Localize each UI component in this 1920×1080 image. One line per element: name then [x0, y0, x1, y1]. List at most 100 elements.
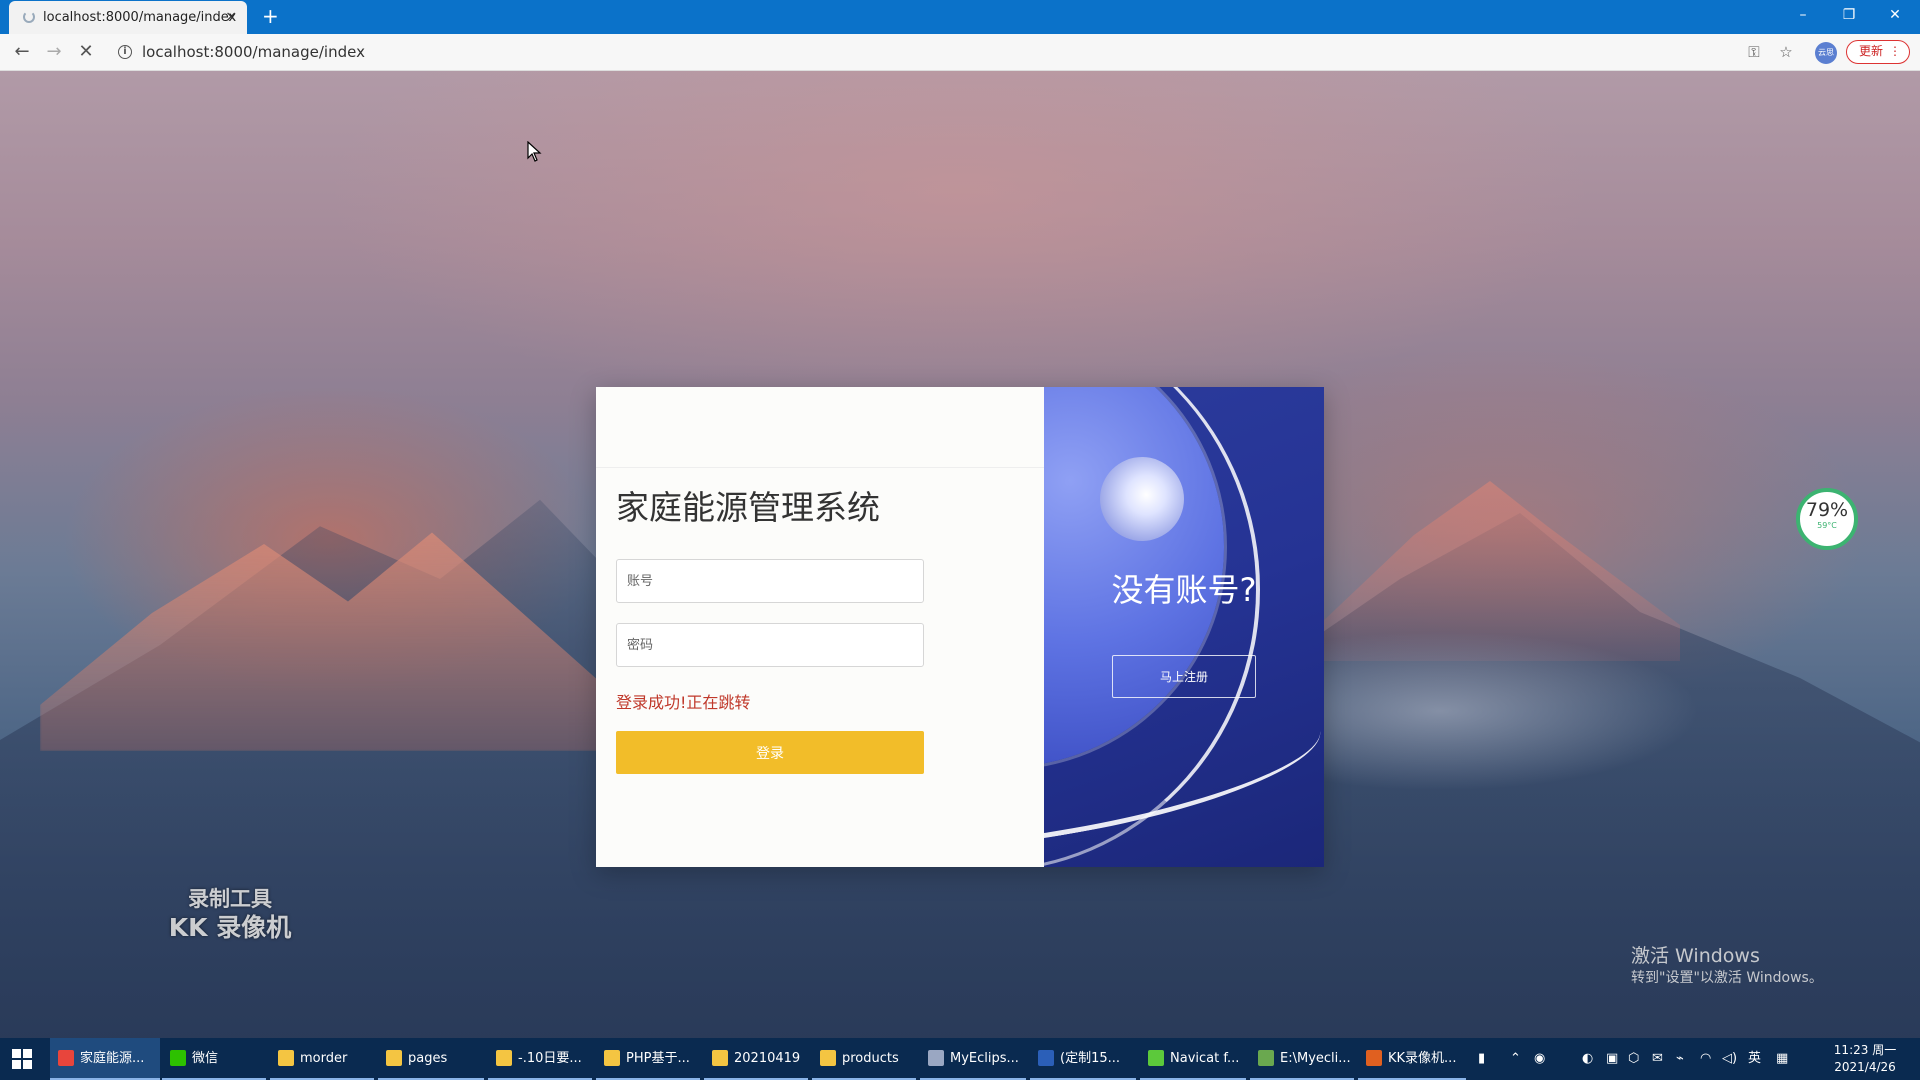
tray-app-icon[interactable]: ◉ [1534, 1038, 1545, 1080]
minimize-button[interactable]: – [1780, 0, 1826, 30]
taskbar-item-label: MyEclips... [950, 1051, 1019, 1066]
taskbar-item-label: -.10日要... [518, 1051, 582, 1066]
browser-titlebar: localhost:8000/manage/index × + – ❐ ✕ [0, 0, 1920, 34]
folder-icon [820, 1049, 836, 1066]
taskbar-item[interactable]: products [812, 1038, 916, 1080]
key-icon[interactable]: ⚿ [1744, 42, 1764, 62]
loading-spinner-icon [23, 11, 35, 23]
tray-battery-icon[interactable]: ▮ [1478, 1038, 1485, 1080]
divider [596, 467, 1044, 468]
taskbar-item[interactable]: Navicat f... [1140, 1038, 1246, 1080]
taskbar-item-label: pages [408, 1051, 448, 1066]
windows-start-icon[interactable] [12, 1049, 32, 1069]
login-form-panel: 家庭能源管理系统 登录成功!正在跳转 登录 [596, 387, 1044, 867]
cpu-temp-widget[interactable]: 79% 59°C [1796, 488, 1858, 550]
tab-close-icon[interactable]: × [225, 1, 237, 34]
login-status-message: 登录成功!正在跳转 [616, 693, 751, 712]
navicat-icon [1148, 1049, 1164, 1066]
taskbar-item-label: 20210419 [734, 1051, 801, 1066]
register-button[interactable]: 马上注册 [1112, 655, 1256, 698]
taskbar-item[interactable]: morder [270, 1038, 374, 1080]
taskbar-item-label: (定制15... [1060, 1051, 1121, 1066]
back-icon[interactable]: ← [10, 40, 34, 64]
site-info-icon[interactable]: i [118, 45, 132, 59]
forward-icon[interactable]: → [42, 40, 66, 64]
tray-display-icon[interactable]: ▣ [1606, 1038, 1618, 1080]
tray-wifi-icon[interactable]: ◠ [1700, 1038, 1711, 1080]
taskbar-item[interactable]: 家庭能源... [50, 1038, 160, 1080]
taskbar-item-label: PHP基于... [626, 1051, 690, 1066]
activate-line2: 转到"设置"以激活 Windows。 [1631, 970, 1823, 986]
restore-button[interactable]: ❐ [1826, 0, 1872, 30]
taskbar-item[interactable]: pages [378, 1038, 484, 1080]
taskbar-item[interactable]: (定制15... [1030, 1038, 1136, 1080]
taskbar-item-label: Navicat f... [1170, 1051, 1240, 1066]
recorder-line1: 录制工具 [188, 887, 272, 911]
taskbar-clock[interactable]: 11:23 周一 2021/4/26 [1820, 1042, 1910, 1076]
folder-icon [712, 1049, 728, 1066]
folder-icon [386, 1049, 402, 1066]
tray-ime-label[interactable]: 英 [1748, 1038, 1761, 1080]
wechat-icon [170, 1049, 186, 1066]
tray-keyboard-icon[interactable]: ▦ [1776, 1038, 1788, 1080]
notepad-icon [1258, 1049, 1274, 1066]
address-url: localhost:8000/manage/index [142, 43, 365, 61]
windows-taskbar: 家庭能源... 微信 morder pages -.10日要... PHP基于... 202… [0, 1038, 1920, 1080]
recorder-watermark: 录制工具 KK 录像机 [150, 885, 310, 943]
taskbar-item[interactable]: 微信 [162, 1038, 266, 1080]
update-label: 更新 [1859, 44, 1884, 58]
taskbar-item-label: morder [300, 1051, 348, 1066]
menu-dots-icon: ⋮ [1889, 44, 1901, 58]
browser-tab[interactable]: localhost:8000/manage/index × [9, 1, 247, 34]
tray-bluetooth-icon[interactable]: ⬡ [1628, 1038, 1639, 1080]
folder-icon [278, 1049, 294, 1066]
profile-avatar[interactable]: 云思 [1815, 42, 1837, 64]
folder-icon [496, 1049, 512, 1066]
activate-line1: 激活 Windows [1631, 945, 1760, 967]
taskbar-item[interactable]: -.10日要... [488, 1038, 592, 1080]
word-icon [1038, 1049, 1054, 1066]
bookmark-star-icon[interactable]: ☆ [1776, 42, 1796, 62]
temp-percent: 79% [1805, 499, 1849, 521]
close-window-button[interactable]: ✕ [1872, 0, 1918, 30]
taskbar-item-label: E:\Myecli... [1280, 1051, 1351, 1066]
tray-usb-icon[interactable]: ⌁ [1676, 1038, 1684, 1080]
kk-recorder-icon [1366, 1049, 1382, 1066]
clock-time: 11:23 周一 [1833, 1043, 1897, 1057]
login-card: 家庭能源管理系统 登录成功!正在跳转 登录 没有账号? 马上注册 [596, 387, 1324, 867]
new-tab-button[interactable]: + [262, 6, 279, 26]
login-title: 家庭能源管理系统 [616, 488, 880, 527]
taskbar-item[interactable]: 20210419 [704, 1038, 808, 1080]
clock-date: 2021/4/26 [1834, 1060, 1896, 1074]
taskbar-item-label: products [842, 1051, 899, 1066]
recorder-line2: KK 录像机 [168, 913, 292, 942]
tray-volume-icon[interactable]: ◁) [1722, 1038, 1737, 1080]
address-bar[interactable]: i localhost:8000/manage/index [112, 38, 1732, 66]
taskbar-item-label: 微信 [192, 1051, 219, 1066]
temp-celsius: 59°C [1817, 521, 1837, 530]
taskbar-item[interactable]: KK录像机... [1358, 1038, 1466, 1080]
update-button[interactable]: 更新 ⋮ [1846, 40, 1910, 64]
tray-chevron-icon[interactable]: ⌃ [1510, 1038, 1521, 1080]
folder-icon [604, 1049, 620, 1066]
account-input[interactable] [616, 559, 924, 603]
activate-windows-watermark: 激活 Windows 转到"设置"以激活 Windows。 [1631, 944, 1823, 988]
tab-title: localhost:8000/manage/index [43, 10, 237, 25]
taskbar-item-label: KK录像机... [1388, 1051, 1457, 1066]
login-button[interactable]: 登录 [616, 731, 924, 774]
tray-network-icon[interactable]: ◐ [1582, 1038, 1593, 1080]
browser-toolbar: ← → ✕ i localhost:8000/manage/index ⚿ ☆ … [0, 34, 1920, 71]
taskbar-item-label: 家庭能源... [80, 1051, 145, 1066]
myeclipse-icon [928, 1049, 944, 1066]
taskbar-item[interactable]: E:\Myecli... [1250, 1038, 1354, 1080]
tray-wechat-icon[interactable]: ✉ [1652, 1038, 1663, 1080]
register-panel: 没有账号? 马上注册 [1044, 387, 1324, 867]
no-account-heading: 没有账号? [1111, 571, 1257, 609]
stop-loading-icon[interactable]: ✕ [74, 40, 98, 64]
taskbar-item[interactable]: MyEclips... [920, 1038, 1026, 1080]
page-background: 家庭能源管理系统 登录成功!正在跳转 登录 没有账号? 马上注册 79% 59°… [0, 71, 1920, 1038]
moon-illustration [1100, 457, 1184, 541]
taskbar-item[interactable]: PHP基于... [596, 1038, 700, 1080]
chrome-icon [58, 1049, 74, 1066]
password-input[interactable] [616, 623, 924, 667]
